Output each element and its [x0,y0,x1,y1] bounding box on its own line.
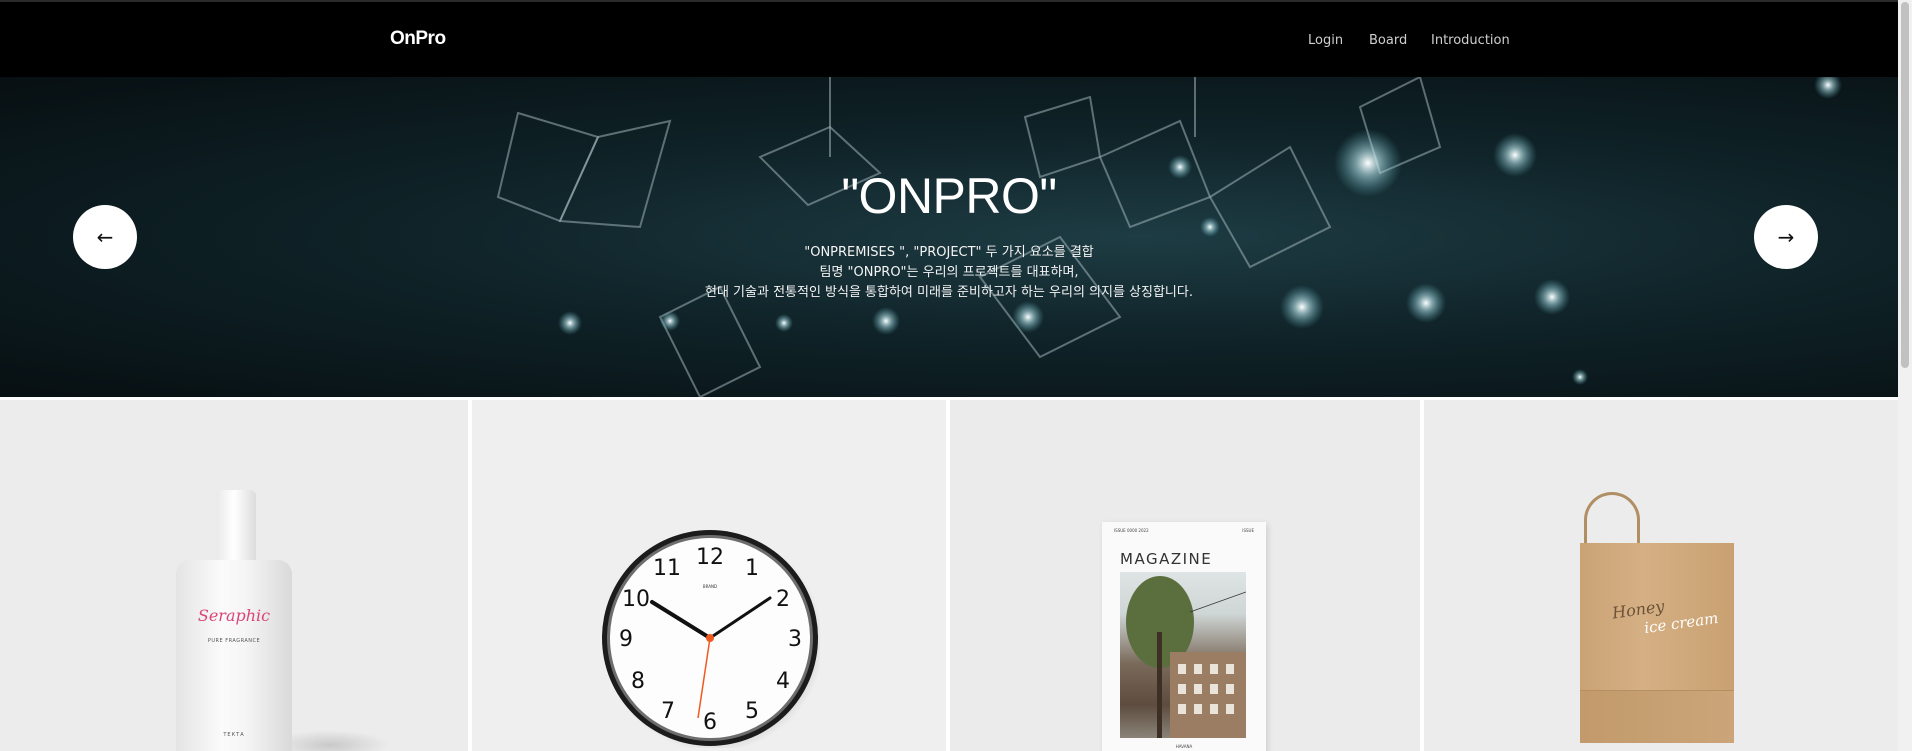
magazine-issue-right: ISSUE [1242,528,1254,533]
clock-numeral: 2 [776,587,790,612]
hero-description-line: 팀명 "ONPRO"는 우리의 프로젝트를 대표하며, [819,265,1079,280]
perfume-sublabel: PURE FRAGRANCE [207,638,261,644]
carousel-prev-button[interactable]: ← [73,205,137,269]
scrollbar-thumb[interactable] [1901,2,1909,368]
magazine-title: MAGAZINE [1120,550,1213,568]
perfume-bottle-image [176,560,292,751]
clock-numeral: 8 [631,669,645,694]
clock-numeral: 7 [661,699,675,724]
clock-brand: BRAND [703,584,717,589]
product-card-magazine[interactable]: ISSUE 0000 2022 ISSUE MAGAZINE HAVANA [950,400,1420,751]
hero-banner: "ONPRO" "ONPREMISES ", "PROJECT" 두 가지 요소… [0,77,1898,397]
hero-background-graphic [496,77,1842,397]
hero-description-line: 현대 기술과 전통적인 방식을 통합하여 미래를 준비하고자 하는 우리의 의지… [705,285,1193,300]
bag-fold [1580,690,1734,743]
top-navbar: OnPro Login Board Introduction [0,0,1898,77]
arrow-right-icon: → [1777,225,1795,249]
site-logo[interactable]: OnPro [390,28,446,50]
clock-numeral: 9 [619,627,633,652]
wall-clock-image: 12 1 2 3 4 5 6 7 8 9 10 11 BRAND [602,530,820,748]
perfume-label: Seraphic [197,606,271,625]
product-card-bag[interactable]: Honey ice cream [1424,400,1898,751]
carousel-next-button[interactable]: → [1754,205,1818,269]
magazine-issue-left: ISSUE 0000 2022 [1114,528,1149,533]
product-card-perfume[interactable]: Seraphic PURE FRAGRANCE ТЕКТА [0,400,468,751]
arrow-left-icon: ← [96,225,114,249]
hero-title: "ONPRO" [841,168,1057,224]
nav-introduction-link[interactable]: Introduction [1431,33,1510,48]
clock-numeral: 5 [745,699,759,724]
hero-description-line: "ONPREMISES ", "PROJECT" 두 가지 요소를 결합 [804,245,1094,260]
magazine-cover-photo [1120,572,1247,738]
magazine-image: ISSUE 0000 2022 ISSUE MAGAZINE HAVANA [1102,522,1266,751]
magazine-footer: HAVANA [1175,744,1193,749]
bottle-cap [216,490,256,562]
clock-numeral: 6 [703,710,717,735]
product-card-clock[interactable]: 12 1 2 3 4 5 6 7 8 9 10 11 BRAND [472,400,946,751]
clock-numeral: 3 [788,627,802,652]
nav-board-link[interactable]: Board [1369,33,1407,48]
nav-login-link[interactable]: Login [1308,33,1343,48]
clock-numeral: 11 [653,556,681,581]
magazine-photo-graphic [1126,576,1247,738]
clock-numeral: 1 [745,556,759,581]
perfume-brand: ТЕКТА [223,732,245,738]
clock-numeral: 12 [696,545,724,570]
clock-numeral: 10 [622,587,650,612]
clock-numeral: 4 [776,669,790,694]
